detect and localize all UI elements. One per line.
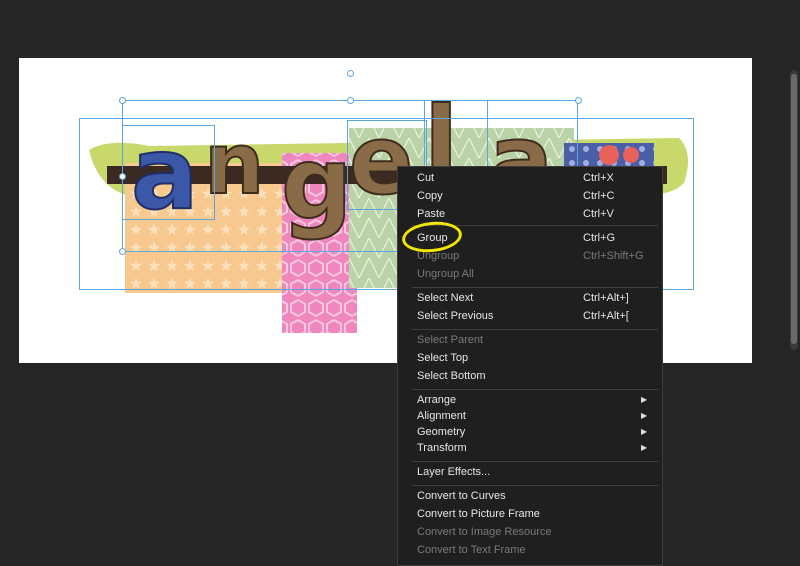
- menu-separator: [412, 287, 658, 288]
- menu-item-select-parent: Select Parent: [398, 331, 662, 349]
- menu-item-label: Select Parent: [417, 334, 484, 346]
- menu-separator: [412, 461, 658, 462]
- menu-item-label: Ungroup All: [417, 268, 474, 280]
- menu-item-select-previous[interactable]: Select Previous Ctrl+Alt+[: [398, 307, 662, 325]
- rotate-handle[interactable]: [347, 70, 354, 77]
- menu-item-select-next[interactable]: Select Next Ctrl+Alt+]: [398, 289, 662, 307]
- menu-item-shortcut: Ctrl+Alt+]: [583, 292, 629, 304]
- menu-item-convert-to-picture-frame[interactable]: Convert to Picture Frame: [398, 505, 662, 523]
- menu-item-shortcut: Ctrl+Alt+[: [583, 310, 629, 322]
- menu-item-select-top[interactable]: Select Top: [398, 349, 662, 367]
- menu-item-label: Copy: [417, 190, 443, 202]
- menu-item-label: Select Top: [417, 352, 469, 364]
- menu-separator: [412, 329, 658, 330]
- menu-separator: [412, 485, 658, 486]
- resize-handle-top-right[interactable]: [575, 97, 582, 104]
- letter-a-box[interactable]: [122, 125, 215, 220]
- menu-item-transform[interactable]: Transform ▶: [398, 439, 662, 457]
- menu-item-ungroup-all: Ungroup All: [398, 265, 662, 283]
- menu-item-copy[interactable]: Copy Ctrl+C: [398, 187, 662, 205]
- menu-item-convert-to-text-frame: Convert to Text Frame: [398, 541, 662, 559]
- menu-item-label: Convert to Curves: [417, 490, 506, 502]
- menu-item-shortcut: Ctrl+Shift+G: [583, 250, 644, 262]
- menu-item-cut[interactable]: Cut Ctrl+X: [398, 169, 662, 187]
- menu-item-label: Select Next: [417, 292, 474, 304]
- resize-handle-bottom-left[interactable]: [119, 248, 126, 255]
- menu-item-label: Convert to Text Frame: [417, 544, 526, 556]
- menu-item-shortcut: Ctrl+X: [583, 172, 614, 184]
- menu-item-label: Select Previous: [417, 310, 494, 322]
- menu-separator: [412, 389, 658, 390]
- resize-handle-top-left[interactable]: [119, 97, 126, 104]
- menu-item-label: Paste: [417, 208, 446, 220]
- vertical-scrollbar[interactable]: [790, 70, 798, 350]
- resize-handle-top[interactable]: [347, 97, 354, 104]
- menu-item-label: Select Bottom: [417, 370, 486, 382]
- menu-item-convert-to-curves[interactable]: Convert to Curves: [398, 487, 662, 505]
- menu-item-label: Convert to Image Resource: [417, 526, 552, 538]
- menu-item-label: Cut: [417, 172, 435, 184]
- resize-handle-left[interactable]: [119, 173, 126, 180]
- triangle-right-icon: ▶: [641, 443, 648, 452]
- menu-item-layer-effects[interactable]: Layer Effects...: [398, 463, 662, 481]
- menu-item-select-bottom[interactable]: Select Bottom: [398, 367, 662, 385]
- menu-item-shortcut: Ctrl+G: [583, 232, 616, 244]
- menu-item-label: Transform: [417, 442, 467, 454]
- scrollbar-thumb[interactable]: [791, 74, 797, 344]
- menu-item-shortcut: Ctrl+V: [583, 208, 614, 220]
- menu-item-label: Layer Effects...: [417, 466, 491, 478]
- menu-item-paste[interactable]: Paste Ctrl+V: [398, 205, 662, 223]
- menu-item-shortcut: Ctrl+C: [583, 190, 615, 202]
- menu-item-convert-to-image-resource: Convert to Image Resource: [398, 523, 662, 541]
- menu-item-label: Convert to Picture Frame: [417, 508, 540, 520]
